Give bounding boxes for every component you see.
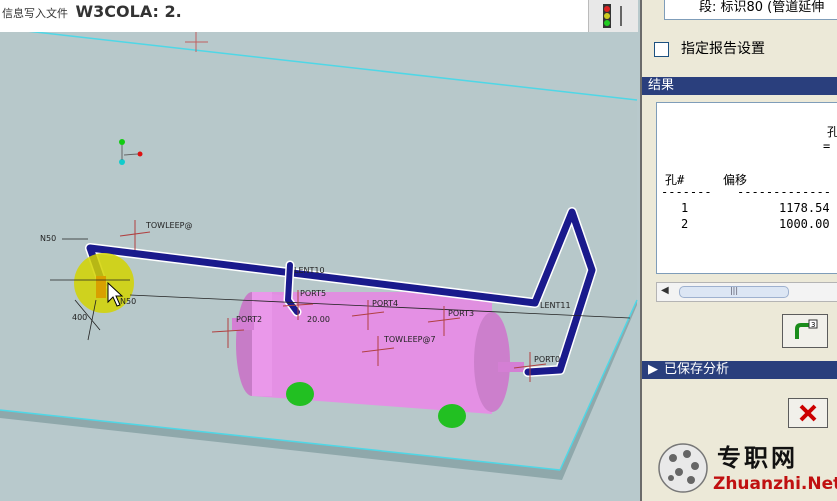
model-scene[interactable]: N50 400 N50 20.00 TOWLEEP@ LENT10 PORT5 … bbox=[0, 0, 640, 501]
saved-analysis-header[interactable]: ▶ 已保存分析 bbox=[642, 361, 837, 379]
segment-field[interactable]: 段: 标识80 (管道延伸 bbox=[664, 0, 837, 20]
dim-label-20: 20.00 bbox=[307, 315, 330, 324]
label-port4: PORT4 bbox=[372, 299, 398, 308]
model-viewport[interactable]: N50 400 N50 20.00 TOWLEEP@ LENT10 PORT5 … bbox=[0, 0, 640, 501]
watermark-text: W3COLA: 2. bbox=[75, 2, 182, 21]
label-tohleep7: TOWLEEP@7 bbox=[383, 335, 436, 344]
label-tohleep: TOWLEEP@ bbox=[145, 221, 192, 230]
row2-hole: 2 bbox=[681, 217, 689, 231]
dim-label-400: 400 bbox=[72, 313, 87, 322]
label-port2: PORT2 bbox=[236, 315, 262, 324]
dim-label-n50-2: N50 bbox=[120, 297, 136, 306]
traffic-light-icon[interactable] bbox=[589, 0, 638, 32]
toolbar-right bbox=[588, 0, 638, 32]
svg-text:3: 3 bbox=[811, 321, 815, 329]
label-port0: PORT0 bbox=[534, 355, 560, 364]
label-port5: PORT5 bbox=[300, 289, 326, 298]
message-text: 信息写入文件 W3COLA: 2. bbox=[2, 2, 182, 21]
results-hscrollbar[interactable]: ◀ ||| bbox=[656, 282, 837, 302]
expand-arrow-icon: ▶ bbox=[648, 362, 658, 377]
label-lent11: LENT11 bbox=[540, 301, 571, 310]
report-setting-label: 指定报告设置 bbox=[681, 41, 765, 57]
close-icon bbox=[799, 404, 817, 422]
scroll-thumb[interactable]: ||| bbox=[679, 286, 789, 298]
results-box: 孔 = 孔# 偏移 ------- ------------- 1 1178.5… bbox=[656, 102, 837, 274]
brand-cn: 专职网 bbox=[717, 443, 798, 472]
row1-hole: 1 bbox=[681, 201, 689, 215]
results-title-char: 孔 bbox=[827, 123, 837, 140]
row1-offset: 1178.54 bbox=[779, 201, 830, 215]
results-header: 结果 bbox=[642, 77, 837, 95]
message-bar: 信息写入文件 W3COLA: 2. bbox=[0, 0, 638, 32]
report-setting-checkbox[interactable] bbox=[654, 41, 669, 57]
row2-offset: 1000.00 bbox=[779, 217, 830, 231]
scroll-left-icon[interactable]: ◀ bbox=[661, 285, 669, 296]
brand-en: Zhuanzhi.Net bbox=[713, 474, 837, 494]
pipe-analysis-button[interactable]: 3 bbox=[782, 314, 828, 348]
brand-logo-icon bbox=[658, 443, 708, 493]
label-lent: LENT10 bbox=[294, 266, 325, 275]
brand-watermark: 专职网 Zhuanzhi.Net bbox=[655, 436, 837, 501]
selected-segment bbox=[96, 276, 106, 298]
pipe-route-icon: 3 bbox=[795, 319, 818, 339]
analysis-panel: 段: 标识80 (管道延伸 指定报告设置 结果 孔 = 孔# 偏移 ------… bbox=[640, 0, 837, 501]
label-port3: PORT3 bbox=[448, 309, 474, 318]
close-button[interactable] bbox=[788, 398, 828, 428]
dim-label-n50: N50 bbox=[40, 234, 56, 243]
report-setting-row[interactable]: 指定报告设置 bbox=[654, 38, 765, 58]
